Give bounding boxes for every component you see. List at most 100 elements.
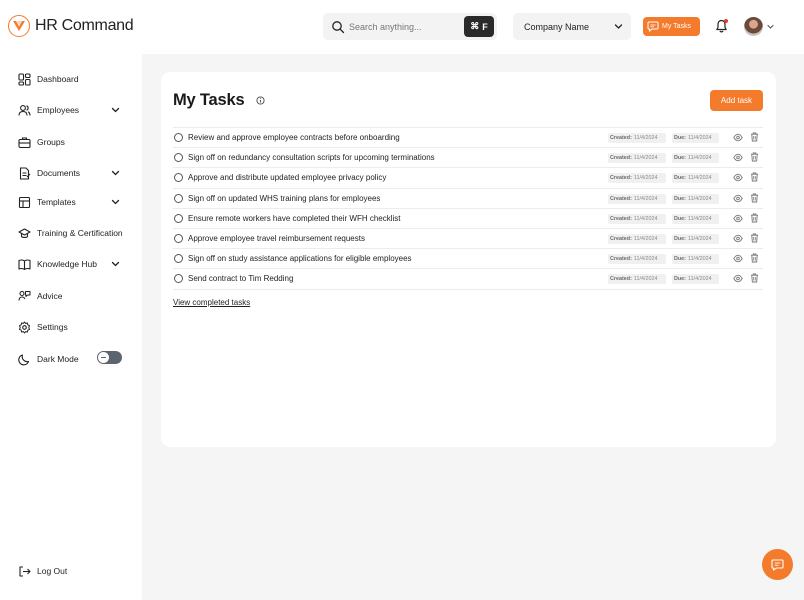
eye-icon[interactable] (733, 153, 743, 162)
due-label: Due: (674, 276, 686, 283)
task-complete-checkbox[interactable] (174, 193, 183, 203)
created-date-badge: Created: 11/4/2024 (608, 133, 666, 143)
task-row[interactable]: Approve employee travel reimbursement re… (173, 229, 763, 250)
trash-icon[interactable] (750, 213, 759, 223)
created-label: Created: (610, 256, 632, 263)
users-icon (18, 104, 31, 116)
sidebar-item-templates[interactable]: Templates (18, 195, 123, 209)
sidebar-item-training[interactable]: Training & Certification (18, 226, 123, 240)
avatar[interactable] (744, 17, 763, 36)
task-row[interactable]: Sign off on updated WHS training plans f… (173, 189, 763, 209)
task-row[interactable]: Approve and distribute updated employee … (173, 168, 763, 189)
shortcut-key: F (482, 21, 488, 32)
task-row[interactable]: Ensure remote workers have completed the… (173, 209, 763, 229)
logout-button[interactable]: Log Out (18, 564, 67, 578)
sidebar-item-groups[interactable]: Groups (18, 135, 65, 149)
task-title[interactable]: Sign off on updated WHS training plans f… (188, 194, 380, 203)
company-select-value: Company Name (524, 21, 590, 32)
brand-logo[interactable]: HR Command (8, 15, 134, 37)
task-title[interactable]: Approve employee travel reimbursement re… (188, 234, 365, 243)
task-complete-checkbox[interactable] (174, 254, 183, 264)
task-title[interactable]: Review and approve employee contracts be… (188, 133, 400, 142)
dark-mode-toggle[interactable] (97, 351, 122, 364)
search-bar[interactable]: ⌘ F (323, 13, 497, 40)
trash-icon[interactable] (750, 152, 759, 162)
add-task-button[interactable]: Add task (710, 90, 763, 111)
sidebar-item-label: Settings (37, 322, 68, 332)
eye-icon[interactable] (733, 194, 743, 203)
due-date-badge: Due: 11/4/2024 (672, 274, 719, 285)
created-label: Created: (610, 135, 632, 141)
task-complete-checkbox[interactable] (174, 153, 183, 163)
trash-icon[interactable] (750, 233, 759, 243)
template-icon (18, 196, 31, 208)
created-date: 11/4/2024 (633, 235, 658, 242)
due-label: Due: (674, 155, 686, 162)
sidebar-item-knowledge-hub[interactable]: Knowledge Hub (18, 257, 123, 271)
eye-icon[interactable] (733, 234, 743, 243)
sidebar-item-dark-mode: Dark Mode (18, 352, 79, 366)
due-label: Due: (674, 175, 686, 182)
chevron-down-icon[interactable] (767, 24, 774, 30)
task-row[interactable]: Send contract to Tim Redding Created: 11/4… (173, 269, 763, 290)
created-date-badge: Created: 11/4/2024 (608, 213, 666, 224)
sidebar-item-dashboard[interactable]: Dashboard (18, 72, 79, 86)
task-complete-checkbox[interactable] (174, 274, 183, 284)
trash-icon[interactable] (750, 253, 759, 263)
sidebar-item-settings[interactable]: Settings (18, 320, 68, 334)
task-title[interactable]: Sign off on redundancy consultation scri… (188, 153, 435, 162)
briefcase-icon (18, 136, 31, 148)
task-complete-checkbox[interactable] (174, 233, 183, 243)
task-title[interactable]: Send contract to Tim Redding (188, 274, 293, 283)
view-completed-tasks-link[interactable]: View completed tasks (173, 298, 250, 307)
created-date: 11/4/2024 (633, 175, 658, 182)
eye-icon[interactable] (733, 133, 743, 142)
created-date: 11/4/2024 (633, 195, 658, 202)
task-complete-checkbox[interactable] (174, 213, 183, 223)
task-row[interactable]: Sign off on redundancy consultation scri… (173, 148, 763, 169)
created-label: Created: (610, 235, 632, 242)
due-date-badge: Due: 11/4/2024 (672, 173, 719, 184)
trash-icon[interactable] (750, 172, 759, 182)
due-label: Due: (674, 195, 686, 202)
due-date: 11/4/2024 (687, 135, 712, 141)
created-label: Created: (610, 276, 632, 283)
due-date: 11/4/2024 (687, 235, 712, 242)
sidebar-item-documents[interactable]: Documents (18, 166, 123, 180)
sidebar-item-label: Templates (37, 197, 76, 207)
task-complete-checkbox[interactable] (174, 173, 183, 183)
due-date: 11/4/2024 (687, 155, 712, 162)
chat-button[interactable] (762, 549, 793, 580)
eye-icon[interactable] (733, 173, 743, 182)
sidebar-item-employees[interactable]: Employees (18, 103, 123, 117)
sidebar-item-label: Employees (37, 105, 80, 115)
sidebar-item-label: Training & Certification (37, 228, 123, 238)
eye-icon[interactable] (733, 214, 743, 223)
task-title[interactable]: Ensure remote workers have completed the… (188, 214, 401, 223)
command-key-icon: ⌘ (470, 21, 480, 31)
my-tasks-button[interactable]: My Tasks (643, 17, 700, 36)
task-title[interactable]: Sign off on study assistance application… (188, 254, 412, 263)
trash-icon[interactable] (750, 273, 759, 283)
sidebar-item-label: Knowledge Hub (37, 259, 98, 269)
task-row[interactable]: Sign off on study assistance application… (173, 249, 763, 270)
trash-icon[interactable] (750, 193, 759, 203)
task-complete-checkbox[interactable] (174, 133, 183, 142)
gear-icon (19, 321, 30, 333)
company-select[interactable]: Company Name (513, 13, 631, 40)
task-title[interactable]: Approve and distribute updated employee … (188, 173, 386, 182)
created-date-badge: Created: 11/4/2024 (608, 153, 666, 164)
created-date-badge: Created: 11/4/2024 (608, 274, 666, 285)
eye-icon[interactable] (733, 274, 743, 283)
due-date-badge: Due: 11/4/2024 (672, 133, 719, 143)
task-row[interactable]: Review and approve employee contracts be… (173, 128, 763, 149)
info-icon[interactable] (256, 96, 265, 105)
created-label: Created: (610, 175, 632, 182)
toggle-knob (98, 352, 109, 363)
trash-icon[interactable] (750, 132, 759, 142)
moon-icon (18, 353, 30, 365)
sidebar-item-advice[interactable]: Advice (18, 289, 63, 303)
search-input[interactable] (349, 21, 459, 32)
logout-icon (19, 565, 31, 577)
eye-icon[interactable] (733, 254, 743, 263)
